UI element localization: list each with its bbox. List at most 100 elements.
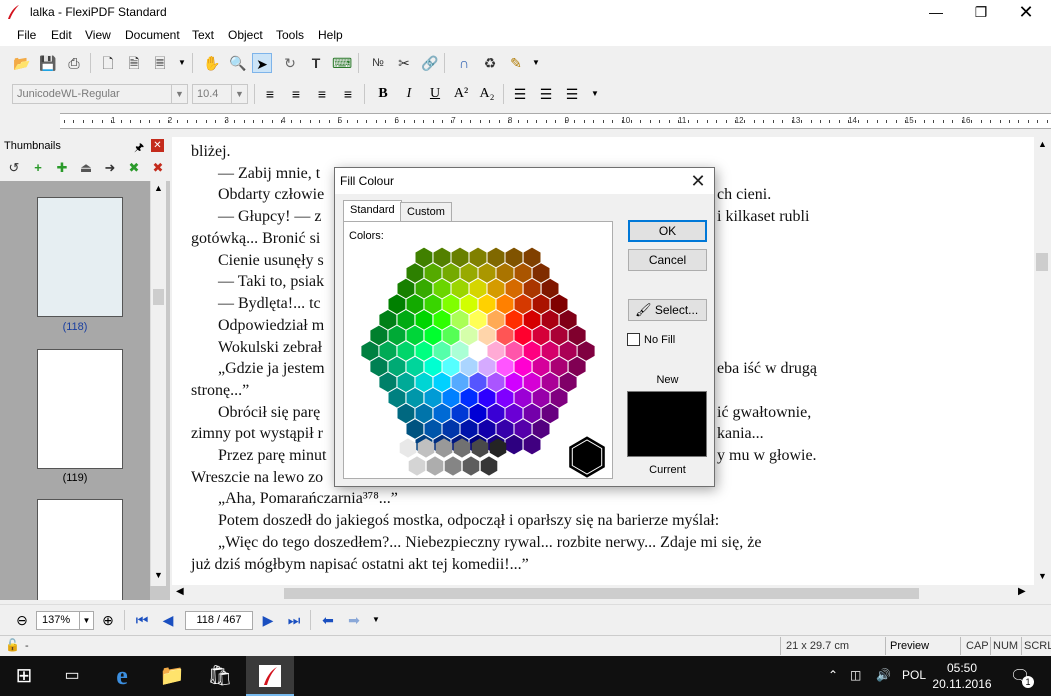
color-swatch-cell[interactable] xyxy=(550,294,568,314)
color-swatch-cell[interactable] xyxy=(406,294,424,314)
color-swatch-cell[interactable] xyxy=(541,278,559,299)
color-swatch-cell[interactable] xyxy=(379,372,397,392)
magnet-icon[interactable]: ∩ xyxy=(454,53,474,73)
color-swatch-cell[interactable] xyxy=(505,310,523,330)
color-swatch-cell[interactable] xyxy=(451,278,469,299)
menu-view[interactable]: View xyxy=(85,28,111,42)
thumbnails-scrollbar[interactable]: ▲ ▼ xyxy=(150,181,166,586)
color-swatch-cell[interactable] xyxy=(397,278,415,299)
color-swatch-cell[interactable] xyxy=(487,247,505,268)
scroll-up-icon[interactable]: ▲ xyxy=(154,183,163,193)
justify-icon[interactable]: ≡ xyxy=(338,84,358,104)
color-swatch-cell[interactable] xyxy=(523,341,541,361)
list-icon[interactable]: ☰ xyxy=(562,84,582,104)
move-page-icon[interactable]: ➜ xyxy=(100,158,120,178)
color-swatch-cell[interactable] xyxy=(532,325,550,346)
store-icon[interactable]: 🛍 xyxy=(196,656,244,696)
page-layout-icon[interactable]: 🗎 xyxy=(124,53,144,73)
forward-view-icon[interactable]: ➡ xyxy=(344,610,364,630)
document-horizontal-scrollbar[interactable]: ◀ ▶ xyxy=(172,585,1034,602)
color-swatch-cell[interactable] xyxy=(505,403,523,424)
color-swatch-cell[interactable] xyxy=(406,356,424,377)
chevron-down-icon[interactable]: ▼ xyxy=(366,610,386,630)
color-swatch-cell[interactable] xyxy=(541,372,559,392)
gray-swatch-cell[interactable] xyxy=(426,456,444,476)
zoom-out-icon[interactable]: ⊖ xyxy=(12,610,32,630)
font-name-select[interactable]: JunicodeWL-Regular ▼ xyxy=(12,84,188,104)
chevron-down-icon[interactable]: ▼ xyxy=(526,53,546,73)
menu-edit[interactable]: Edit xyxy=(51,28,72,42)
color-swatch-cell[interactable] xyxy=(424,388,442,408)
color-swatch-cell[interactable] xyxy=(550,325,568,346)
gray-swatch-cell[interactable] xyxy=(462,456,480,476)
color-swatch-cell[interactable] xyxy=(568,356,586,377)
chevron-down-icon[interactable]: ▼ xyxy=(585,84,605,104)
next-page-icon[interactable]: ▶ xyxy=(258,610,278,630)
volume-icon[interactable]: 🔊 xyxy=(876,668,891,682)
menu-text[interactable]: Text xyxy=(192,28,214,42)
color-swatch-cell[interactable] xyxy=(505,278,523,299)
checkbox-box[interactable] xyxy=(627,333,640,346)
color-swatch-cell[interactable] xyxy=(478,263,496,283)
chevron-down-icon[interactable]: ▼ xyxy=(171,85,187,103)
chevron-down-icon[interactable]: ▼ xyxy=(172,53,192,73)
color-swatch-cell[interactable] xyxy=(514,263,532,283)
color-swatch-cell[interactable] xyxy=(559,372,577,392)
maximize-button[interactable]: ❐ xyxy=(958,0,1004,24)
edge-browser-icon[interactable]: e xyxy=(98,656,146,696)
chevron-down-icon[interactable]: ▼ xyxy=(231,85,247,103)
hand-tool-icon[interactable]: ✋ xyxy=(202,53,222,73)
color-swatch-cell[interactable] xyxy=(541,341,559,361)
superscript-icon[interactable]: A² xyxy=(451,84,471,104)
color-swatch-cell[interactable] xyxy=(505,434,523,455)
gray-swatch-cell[interactable] xyxy=(408,456,426,476)
color-swatch-cell[interactable] xyxy=(379,341,397,361)
print-icon[interactable]: ⎙ xyxy=(64,53,84,73)
color-swatch-cell[interactable] xyxy=(505,372,523,392)
scroll-up-icon[interactable]: ▲ xyxy=(1038,139,1047,149)
color-swatch-cell[interactable] xyxy=(514,325,532,346)
color-swatch-cell[interactable] xyxy=(424,263,442,283)
menu-tools[interactable]: Tools xyxy=(276,28,304,42)
color-swatch-cell[interactable] xyxy=(505,341,523,361)
color-swatch-cell[interactable] xyxy=(496,419,514,439)
add-page-icon[interactable]: + xyxy=(28,158,48,178)
color-swatch-cell[interactable] xyxy=(460,356,478,377)
file-explorer-icon[interactable]: 📁 xyxy=(148,656,196,696)
color-swatch-cell[interactable] xyxy=(388,294,406,314)
ok-button[interactable]: OK xyxy=(628,220,707,242)
paragraph-spacing-icon[interactable]: ☰ xyxy=(536,84,556,104)
color-swatch-cell[interactable] xyxy=(424,325,442,346)
align-center-icon[interactable]: ≡ xyxy=(286,84,306,104)
scroll-down-icon[interactable]: ▼ xyxy=(1038,571,1047,581)
scroll-left-icon[interactable]: ◀ xyxy=(176,586,184,597)
color-swatch-cell[interactable] xyxy=(424,294,442,314)
select-color-button[interactable]: 🖌 Select... xyxy=(628,299,707,321)
scrollbar-thumb[interactable] xyxy=(284,588,919,599)
no-fill-checkbox[interactable]: No Fill xyxy=(627,333,675,346)
menu-document[interactable]: Document xyxy=(125,28,180,42)
color-swatch-cell[interactable] xyxy=(559,310,577,330)
back-view-icon[interactable]: ⬅ xyxy=(318,610,338,630)
color-swatch-cell[interactable] xyxy=(514,419,532,439)
page-options-icon[interactable]: 🗏 xyxy=(150,53,170,73)
menu-file[interactable]: File xyxy=(17,28,36,42)
color-swatch-cell[interactable] xyxy=(406,388,424,408)
color-swatch-cell[interactable] xyxy=(496,356,514,377)
color-swatch-cell[interactable] xyxy=(469,403,487,424)
text-tool-icon[interactable]: T xyxy=(306,53,326,73)
color-swatch-cell[interactable] xyxy=(559,341,577,361)
open-icon[interactable]: 📂 xyxy=(12,53,32,73)
color-swatch-cell[interactable] xyxy=(460,325,478,346)
task-view-icon[interactable]: ▭ xyxy=(48,656,96,696)
color-swatch-cell[interactable] xyxy=(442,388,460,408)
gray-swatch-cell[interactable] xyxy=(399,438,417,458)
delete-page-icon[interactable]: ✖ xyxy=(148,158,168,178)
black-swatch-cell[interactable] xyxy=(569,436,605,478)
tab-standard[interactable]: Standard xyxy=(343,200,402,222)
color-swatch-cell[interactable] xyxy=(514,294,532,314)
color-swatch-cell[interactable] xyxy=(424,419,442,439)
color-swatch-cell[interactable] xyxy=(514,388,532,408)
color-swatch-cell[interactable] xyxy=(469,341,487,361)
color-swatch-cell[interactable] xyxy=(460,294,478,314)
